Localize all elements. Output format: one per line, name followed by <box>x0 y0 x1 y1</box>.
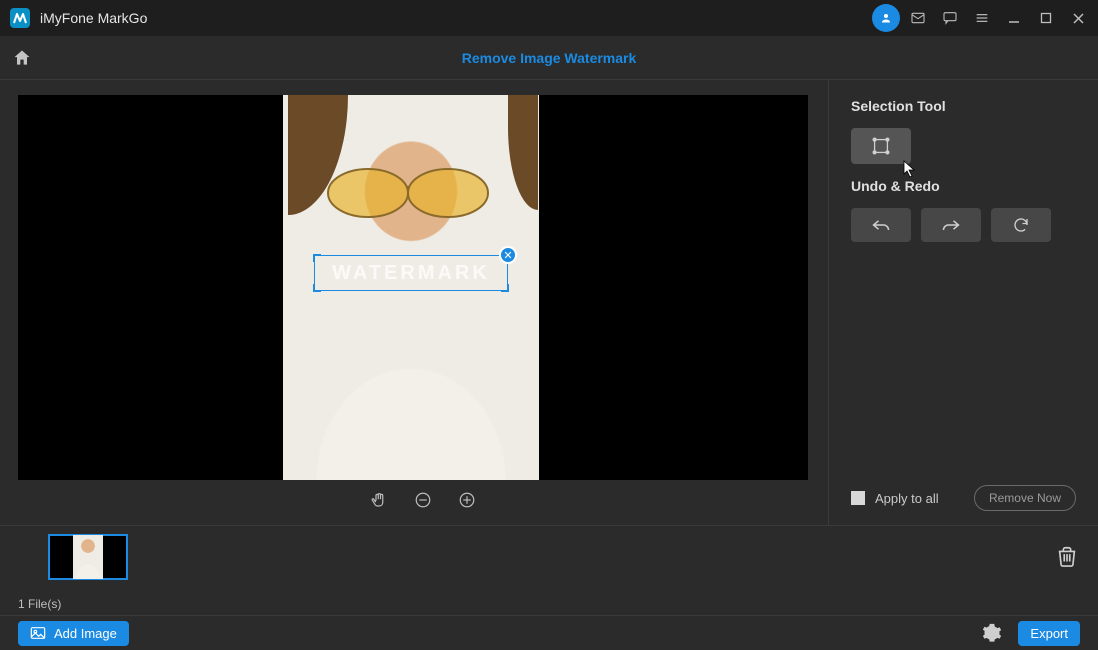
rectangle-select-tool[interactable] <box>851 128 911 164</box>
image-canvas[interactable]: WATERMARK ✕ <box>18 95 808 480</box>
side-panel: Selection Tool Undo & Redo <box>828 80 1098 525</box>
selection-close-button[interactable]: ✕ <box>499 246 517 264</box>
mail-icon[interactable] <box>904 4 932 32</box>
app-title: iMyFone MarkGo <box>40 10 147 26</box>
image-icon <box>30 626 46 640</box>
redo-button[interactable] <box>921 208 981 242</box>
apply-to-all-label: Apply to all <box>875 491 939 506</box>
thumbnail-image <box>73 535 103 579</box>
apply-to-all-checkbox[interactable]: Apply to all <box>851 491 939 506</box>
cursor-icon <box>903 160 917 178</box>
close-button[interactable] <box>1064 4 1092 32</box>
selection-tool-heading: Selection Tool <box>851 98 1076 114</box>
undo-button[interactable] <box>851 208 911 242</box>
checkbox-icon <box>851 491 865 505</box>
app-logo <box>10 8 30 28</box>
feedback-icon[interactable] <box>936 4 964 32</box>
canvas-tools <box>18 480 828 520</box>
zoom-in-button[interactable] <box>456 489 478 511</box>
delete-button[interactable] <box>1056 544 1078 568</box>
file-count: 1 File(s) <box>18 597 61 611</box>
maximize-button[interactable] <box>1032 4 1060 32</box>
add-image-label: Add Image <box>54 626 117 641</box>
account-icon[interactable] <box>872 4 900 32</box>
watermark-selection-box[interactable]: WATERMARK ✕ <box>314 255 508 291</box>
zoom-out-button[interactable] <box>412 489 434 511</box>
filmstrip: 1 File(s) <box>0 525 1098 615</box>
canvas-area: WATERMARK ✕ <box>0 80 828 525</box>
export-label: Export <box>1030 626 1068 641</box>
thumbnail[interactable] <box>48 534 128 580</box>
main: WATERMARK ✕ Selection Tool <box>0 80 1098 525</box>
gear-icon <box>982 623 1002 643</box>
titlebar: iMyFone MarkGo <box>0 0 1098 36</box>
tab-remove-image-watermark[interactable]: Remove Image Watermark <box>462 50 637 66</box>
footer: Add Image Export <box>0 615 1098 650</box>
settings-button[interactable] <box>982 623 1002 643</box>
add-image-button[interactable]: Add Image <box>18 621 129 646</box>
export-button[interactable]: Export <box>1018 621 1080 646</box>
header: Remove Image Watermark <box>0 36 1098 80</box>
undo-redo-heading: Undo & Redo <box>851 178 1076 194</box>
menu-icon[interactable] <box>968 4 996 32</box>
remove-now-button[interactable]: Remove Now <box>974 485 1076 511</box>
reset-button[interactable] <box>991 208 1051 242</box>
watermark-text: WATERMARK <box>332 262 490 285</box>
image-detail <box>318 165 498 220</box>
minimize-button[interactable] <box>1000 4 1028 32</box>
home-button[interactable] <box>0 36 44 80</box>
hand-tool[interactable] <box>368 489 390 511</box>
